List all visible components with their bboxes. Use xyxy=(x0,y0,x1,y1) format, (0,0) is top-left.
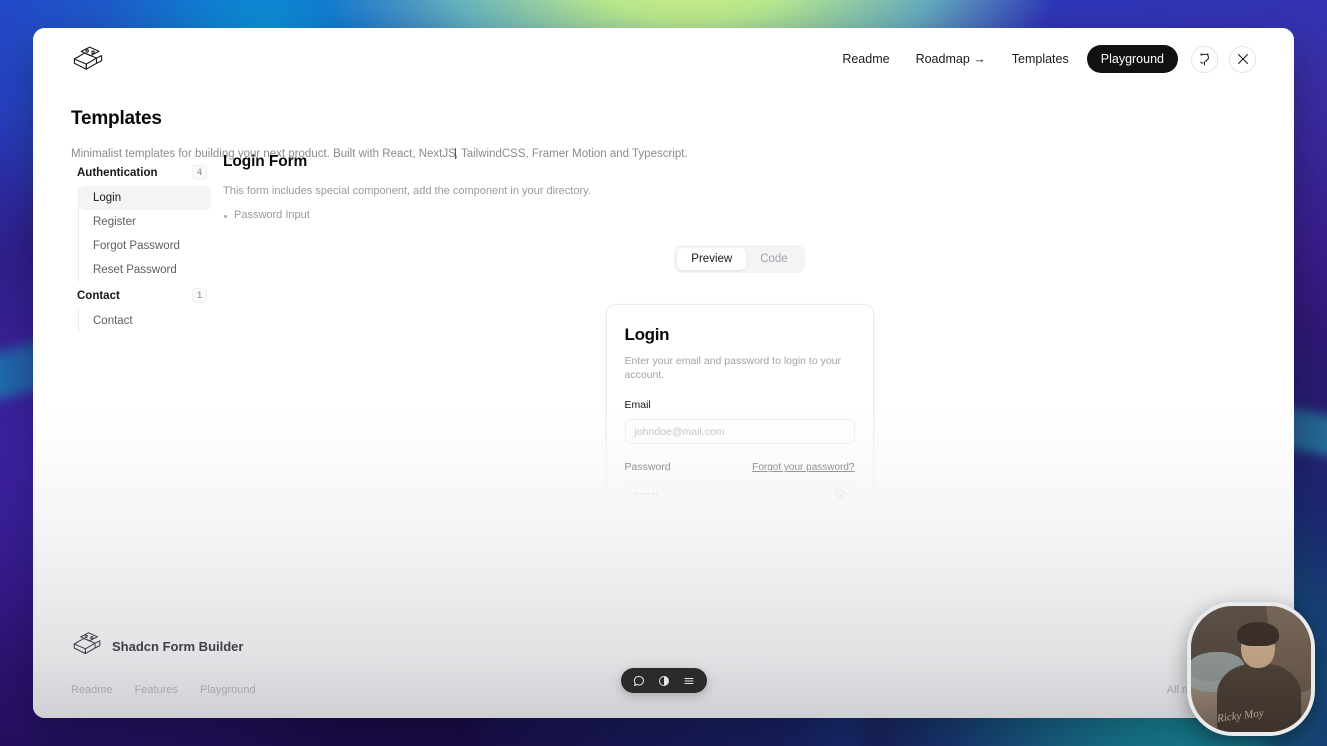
brand-logo-icon[interactable] xyxy=(71,44,105,74)
browser-window: Readme Roadmap → Templates Playground Te… xyxy=(33,28,1294,718)
webcam-video: Ricky Moy xyxy=(1191,606,1311,732)
sidebar-group-contact: Contact 1 Contact xyxy=(71,282,211,333)
sidebar-group-count: 1 xyxy=(191,288,207,303)
main-description: This form includes special component, ad… xyxy=(223,185,591,197)
github-link-button[interactable] xyxy=(1191,45,1218,73)
forgot-password-link[interactable]: Forgot your password? xyxy=(752,462,854,473)
contrast-theme-icon[interactable] xyxy=(658,675,670,687)
component-list: Password Input xyxy=(223,209,1256,221)
footer-logo-icon xyxy=(71,630,103,663)
tab-preview[interactable]: Preview xyxy=(677,248,747,270)
nav-item-roadmap[interactable]: Roadmap → xyxy=(906,45,996,73)
sidebar-group-items: Contact xyxy=(78,309,211,333)
signup-link[interactable]: Sign up xyxy=(778,597,814,609)
password-field-group: Password Forgot your password? •••••• xyxy=(624,461,855,507)
login-card-title: Login xyxy=(624,325,670,344)
sidebar-group-label: Contact xyxy=(77,289,120,302)
content-area: Authentication 4 Login Register Forgot P… xyxy=(71,153,1256,629)
sidebar-group-header: Authentication 4 xyxy=(71,159,211,186)
sidebar-group-items: Login Register Forgot Password Reset Pas… xyxy=(78,186,211,282)
sidebar-item-contact[interactable]: Contact xyxy=(79,309,211,333)
eye-off-icon[interactable] xyxy=(834,488,846,500)
sidebar-item-login[interactable]: Login xyxy=(79,186,211,210)
password-label: Password xyxy=(624,461,671,474)
sidebar-group-header: Contact 1 xyxy=(71,282,211,309)
footer-link-features[interactable]: Features xyxy=(135,684,178,696)
webcam-overlay[interactable]: Ricky Moy xyxy=(1187,602,1315,736)
github-icon xyxy=(1198,52,1211,66)
chat-bubble-icon[interactable] xyxy=(633,675,645,687)
tab-code[interactable]: Code xyxy=(746,248,802,270)
password-label-row: Password Forgot your password? xyxy=(625,461,855,473)
sidebar-group-count: 4 xyxy=(191,165,207,180)
footer-link-readme[interactable]: Readme xyxy=(71,684,113,696)
email-label: Email xyxy=(624,399,651,412)
preview-code-toggle: Preview Code xyxy=(674,245,805,273)
email-input[interactable]: johndoe@mail.com xyxy=(624,419,855,445)
list-item: Password Input xyxy=(223,209,1256,221)
nav-item-playground[interactable]: Playground xyxy=(1086,45,1178,73)
main-title: Login Form xyxy=(223,153,308,170)
preview-code-toggle-wrap: Preview Code xyxy=(223,245,1256,273)
top-navigation-bar: Readme Roadmap → Templates Playground xyxy=(33,28,1294,90)
footer-top-row: Shadcn Form Builder xyxy=(71,630,1256,663)
x-twitter-link-button[interactable] xyxy=(1229,45,1256,73)
footer-brand-name: Shadcn Form Builder xyxy=(112,639,244,654)
floating-toolbar xyxy=(620,668,707,693)
login-card-subtitle: Enter your email and password to login t… xyxy=(624,355,842,382)
footer-links: Readme Features Playground xyxy=(71,684,256,696)
page-scroll-area[interactable]: Readme Roadmap → Templates Playground Te… xyxy=(33,28,1294,718)
nav-item-readme[interactable]: Readme xyxy=(832,45,899,73)
sidebar-group-authentication: Authentication 4 Login Register Forgot P… xyxy=(71,159,211,282)
menu-icon[interactable] xyxy=(683,675,695,687)
login-card-wrap: Login Enter your email and password to l… xyxy=(223,304,1256,629)
login-button[interactable]: Login xyxy=(624,523,855,550)
signup-prompt-text: Don't have an account? xyxy=(665,597,776,610)
login-with-google-button[interactable]: Login with Google xyxy=(624,558,855,585)
x-twitter-icon xyxy=(1237,53,1249,65)
password-input[interactable]: •••••• xyxy=(624,481,855,507)
main-panel: Login Form This form includes special co… xyxy=(211,153,1256,629)
signup-prompt: Don't have an account? Sign up xyxy=(625,597,855,609)
login-card: Login Enter your email and password to l… xyxy=(605,304,874,629)
sidebar-item-reset-password[interactable]: Reset Password xyxy=(79,258,211,282)
email-field-group: Email johndoe@mail.com xyxy=(624,399,855,445)
sidebar-group-label: Authentication xyxy=(77,166,158,179)
password-input-value: •••••• xyxy=(634,488,660,499)
sidebar-item-register[interactable]: Register xyxy=(79,210,211,234)
page-title: Templates xyxy=(71,108,162,129)
footer-link-playground[interactable]: Playground xyxy=(200,684,256,696)
email-input-placeholder: johndoe@mail.com xyxy=(634,425,725,438)
sidebar-item-forgot-password[interactable]: Forgot Password xyxy=(79,234,211,258)
templates-sidebar: Authentication 4 Login Register Forgot P… xyxy=(71,153,211,628)
nav-links: Readme Roadmap → Templates Playground xyxy=(832,45,1256,73)
footer-brand: Shadcn Form Builder xyxy=(71,630,243,663)
nav-item-templates[interactable]: Templates xyxy=(1002,45,1079,73)
